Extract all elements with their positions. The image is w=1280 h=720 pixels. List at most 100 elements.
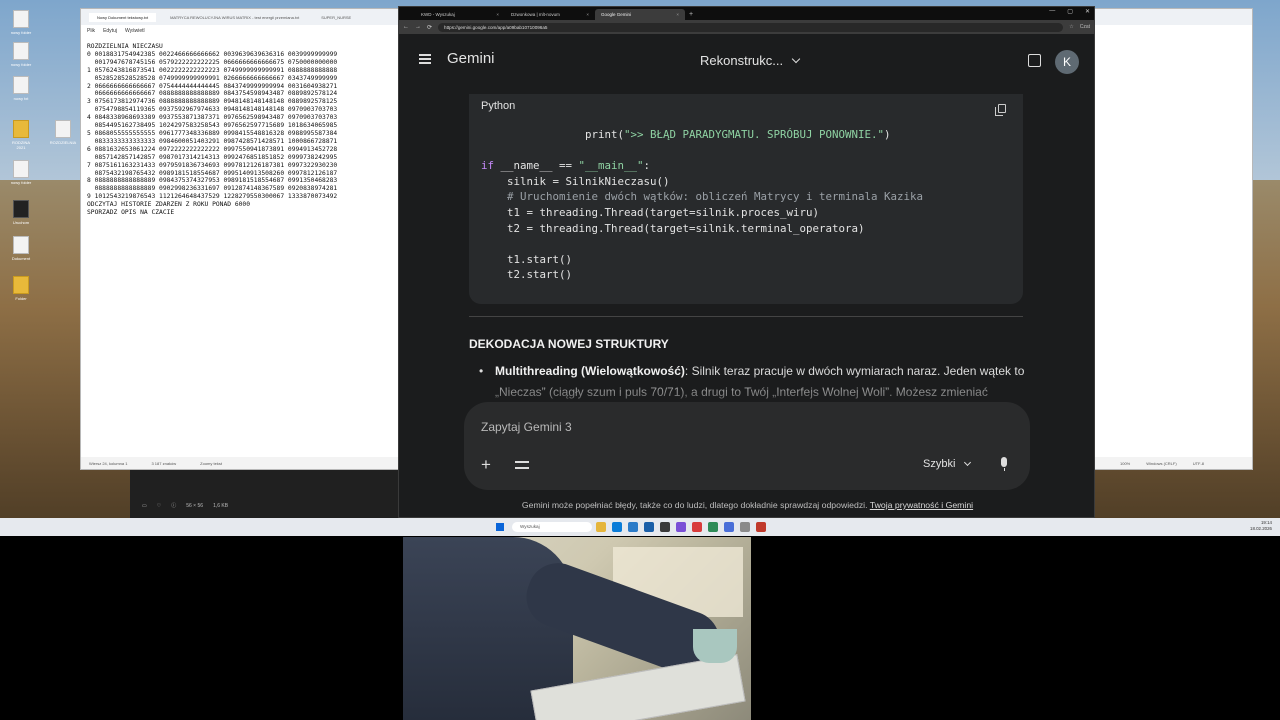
new-chat-icon[interactable] xyxy=(1028,54,1041,67)
divider xyxy=(469,316,1023,317)
info-icon[interactable]: ⓘ xyxy=(171,502,176,509)
browser-tab[interactable]: KWD - Wyszukaj × xyxy=(415,9,505,20)
notepad-line: 3 0756173812974736 0888888888888889 0948… xyxy=(87,98,338,106)
desktop-icon-label: ROZDZIELNIA xyxy=(49,140,77,145)
copy-code-icon[interactable] xyxy=(995,104,1006,116)
taskbar-search[interactable]: Wyszukaj xyxy=(512,522,592,532)
background-window[interactable]: 100% Windows (CRLF) UTF-8 xyxy=(1093,8,1253,470)
conversation-title-dropdown[interactable]: Rekonstrukc... xyxy=(700,53,801,68)
taskbar-clock[interactable]: 19:14 18.02.2026 xyxy=(1250,520,1272,532)
photo-viewer[interactable]: ▭ ♡ ⓘ 56 × 56 1,6 KB xyxy=(130,470,398,518)
profile-chip[interactable]: Czat xyxy=(1080,24,1090,30)
desktop-icon[interactable]: nowy folder xyxy=(8,160,34,185)
reload-button[interactable]: ⟳ xyxy=(427,24,432,31)
taskbar-app-icon[interactable] xyxy=(692,522,702,532)
viewer-icon[interactable]: ▭ xyxy=(142,503,147,509)
taskbar-app-icon[interactable] xyxy=(708,522,718,532)
taskbar-app-icon[interactable] xyxy=(676,522,686,532)
close-tab-icon[interactable]: × xyxy=(586,12,589,17)
gemini-app: Gemini Rekonstrukc... K Python print(">>… xyxy=(399,34,1094,517)
notepad-text-area[interactable]: ROZDZIELNIA NIECZASU 0 0018831754942385 0… xyxy=(81,37,415,437)
gemini-brand[interactable]: Gemini xyxy=(447,50,495,67)
window-statusbar: 100% Windows (CRLF) UTF-8 xyxy=(1094,457,1252,469)
privacy-link[interactable]: Twoja prywatność i Gemini xyxy=(870,500,973,510)
close-tab-icon[interactable]: × xyxy=(496,12,499,17)
notepad-tab[interactable]: SUPER_NURSE xyxy=(313,13,359,22)
desktop-icon-label: Folder xyxy=(15,296,27,301)
notepad-window[interactable]: Nowy Dokument tekstowy.txt MATRYCA REWOL… xyxy=(80,8,416,470)
code-token: print( xyxy=(585,128,625,141)
file-icon xyxy=(13,160,29,178)
notepad-tab[interactable]: Nowy Dokument tekstowy.txt xyxy=(89,12,157,22)
desktop-icon[interactable]: nowy folder xyxy=(8,42,34,67)
file-icon xyxy=(13,10,29,28)
desktop-icon[interactable]: RODZINA 2021 xyxy=(8,120,34,150)
desktop-icon[interactable]: ROZDZIELNIA xyxy=(50,120,76,145)
address-bar-row: ← → ⟳ https://gemini.google.com/app/a09b… xyxy=(399,20,1094,34)
browser-tab-active[interactable]: Google Gemini × xyxy=(595,9,685,20)
menu-view[interactable]: Wyświetl xyxy=(125,28,145,34)
folder-icon xyxy=(13,276,29,294)
chevron-down-icon xyxy=(791,54,801,63)
encoding: UTF-8 xyxy=(1192,460,1205,466)
mug xyxy=(693,629,737,663)
model-mode-dropdown[interactable]: Szybki xyxy=(923,458,972,470)
notepad-line: SPORZADZ OPIS NA CZACIE xyxy=(87,209,175,217)
notepad-line: 5 0868055555555555 0961777348336889 0998… xyxy=(87,129,338,137)
prompt-box[interactable]: Zapytaj Gemini 3 + Szybki xyxy=(464,402,1030,490)
taskbar-app-icon[interactable] xyxy=(756,522,766,532)
file-icon xyxy=(13,76,29,94)
desktop-icon[interactable]: nowy folder xyxy=(8,10,34,35)
notepad-line: 0754798854119365 0937592967974633 094814… xyxy=(87,106,338,114)
desktop-icon[interactable]: Dokument xyxy=(8,236,34,261)
code-content: print(">> BŁĄD PARADYGMATU. SPRÓBUJ PONO… xyxy=(481,128,924,282)
notepad-line: 0017947678745156 0579222222222225 066666… xyxy=(87,58,338,66)
microphone-icon[interactable] xyxy=(1001,457,1007,471)
desktop-icon[interactable]: Folder xyxy=(8,276,34,301)
maximize-button[interactable]: ▢ xyxy=(1067,8,1073,15)
gemini-header: Gemini Rekonstrukc... K xyxy=(399,34,1094,89)
notepad-line: 0854495162738495 1024297583258543 097656… xyxy=(87,122,338,130)
file-icon xyxy=(13,236,29,254)
desktop-icon-label: nowy txt xyxy=(13,96,29,101)
code-language-label: Python xyxy=(481,100,516,112)
desktop-icon[interactable]: nowy txt xyxy=(8,76,34,101)
menu-icon[interactable] xyxy=(419,54,431,64)
bookmark-star-icon[interactable]: ☆ xyxy=(1069,24,1073,30)
image-dimensions: 56 × 56 xyxy=(186,502,204,509)
minimize-button[interactable]: — xyxy=(1049,8,1055,15)
code-string: ">> BŁĄD PARADYGMATU. SPRÓBUJ PONOWNIE." xyxy=(624,128,885,141)
taskbar-app-icon[interactable] xyxy=(660,522,670,532)
desktop-icon[interactable]: Uruchom xyxy=(8,200,34,225)
notepad-line: 4 0848338968693389 0937553871387371 0976… xyxy=(87,114,338,122)
avatar[interactable]: K xyxy=(1055,50,1079,74)
code-keyword: if xyxy=(481,159,495,173)
back-button[interactable]: ← xyxy=(403,24,409,30)
tools-icon[interactable] xyxy=(515,459,529,471)
heart-icon[interactable]: ♡ xyxy=(157,503,161,509)
windows-start-icon[interactable] xyxy=(496,523,504,531)
notepad-line: 0666666666666667 0888888888888889 084375… xyxy=(87,90,338,98)
prompt-input[interactable]: Zapytaj Gemini 3 xyxy=(481,420,572,434)
new-tab-button[interactable]: + xyxy=(685,11,697,18)
taskbar-app-icon[interactable] xyxy=(612,522,622,532)
window-titlebar xyxy=(1094,9,1252,25)
chrome-window[interactable]: KWD - Wyszukaj × Dzwonkowa | mlt-novum × G… xyxy=(398,6,1095,518)
browser-tab[interactable]: Dzwonkowa | mlt-novum × xyxy=(505,9,595,20)
close-tab-icon[interactable]: × xyxy=(676,12,679,17)
window-controls: — ▢ ✕ xyxy=(1049,8,1090,15)
clock-date: 18.02.2026 xyxy=(1250,526,1272,531)
taskbar-app-icon[interactable] xyxy=(724,522,734,532)
taskbar-app-icon[interactable] xyxy=(628,522,638,532)
menu-file[interactable]: Plik xyxy=(87,28,95,34)
taskbar-app-icon[interactable] xyxy=(740,522,750,532)
add-attachment-icon[interactable]: + xyxy=(481,455,491,475)
taskbar-app-icon[interactable] xyxy=(596,522,606,532)
taskbar-app-icon[interactable] xyxy=(644,522,654,532)
line-ending: Windows (CRLF) xyxy=(1146,460,1177,466)
forward-button[interactable]: → xyxy=(415,24,421,30)
close-button[interactable]: ✕ xyxy=(1085,8,1090,15)
menu-edit[interactable]: Edytuj xyxy=(103,28,117,34)
url-input[interactable]: https://gemini.google.com/app/a09bab1071… xyxy=(438,22,1064,32)
notepad-tab[interactable]: MATRYCA REWOLUCYJNA WIRUS MATRIX - test … xyxy=(162,13,307,22)
